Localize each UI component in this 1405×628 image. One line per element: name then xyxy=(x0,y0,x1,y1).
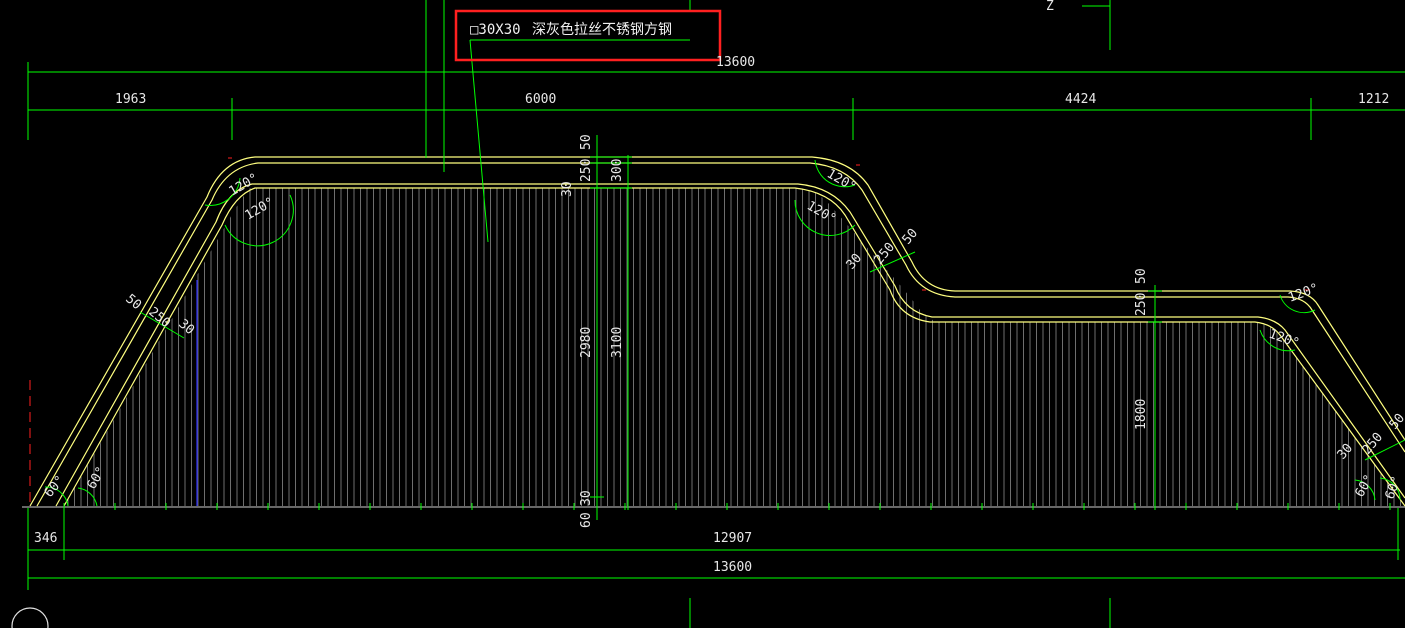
top-seg2-dim: 6000 xyxy=(525,92,556,107)
top-seg1-dim: 1963 xyxy=(115,92,146,107)
vdim-right-250: 250 xyxy=(1134,293,1149,316)
cad-drawing-canvas[interactable]: □30X30 深灰色拉丝不锈钢方钢 Z 13600 1963 6000 4424… xyxy=(0,0,1405,628)
slope-right-50: 50 xyxy=(1387,411,1405,433)
vdim-mid-250: 250 xyxy=(579,159,594,182)
slope-mid-50: 50 xyxy=(900,226,922,248)
vdim-mid-50: 50 xyxy=(579,134,594,150)
note-material-label: 深灰色拉丝不锈钢方钢 xyxy=(532,21,672,38)
bottom-left-offset-dim: 346 xyxy=(34,531,57,546)
vdim-right-1800: 1800 xyxy=(1134,399,1149,430)
vdim-right-50: 50 xyxy=(1134,268,1149,284)
panel-hatch xyxy=(64,188,1405,506)
slope-left-50: 50 xyxy=(122,292,144,314)
z-mark: Z xyxy=(1046,0,1054,14)
vdim-mid-3100: 3100 xyxy=(610,327,625,358)
angle-60-4: 60° xyxy=(1383,474,1405,501)
vdim-mid-2980: 2980 xyxy=(579,327,594,358)
vdim-mid-60: 60 xyxy=(579,512,594,528)
bottom-inner-dim: 12907 xyxy=(713,531,752,546)
vdim-mid-30-top: 30 xyxy=(560,181,575,197)
top-overall-dim: 13600 xyxy=(716,55,755,70)
bottom-overall-dim: 13600 xyxy=(713,560,752,575)
top-seg4-dim: 1212 xyxy=(1358,92,1389,107)
note-section-label: □30X30 xyxy=(470,22,521,38)
vdim-mid-300: 300 xyxy=(610,159,625,182)
vdim-mid-30-bottom: 30 xyxy=(579,490,594,506)
top-seg3-dim: 4424 xyxy=(1065,92,1096,107)
grid-bubble xyxy=(11,607,49,628)
